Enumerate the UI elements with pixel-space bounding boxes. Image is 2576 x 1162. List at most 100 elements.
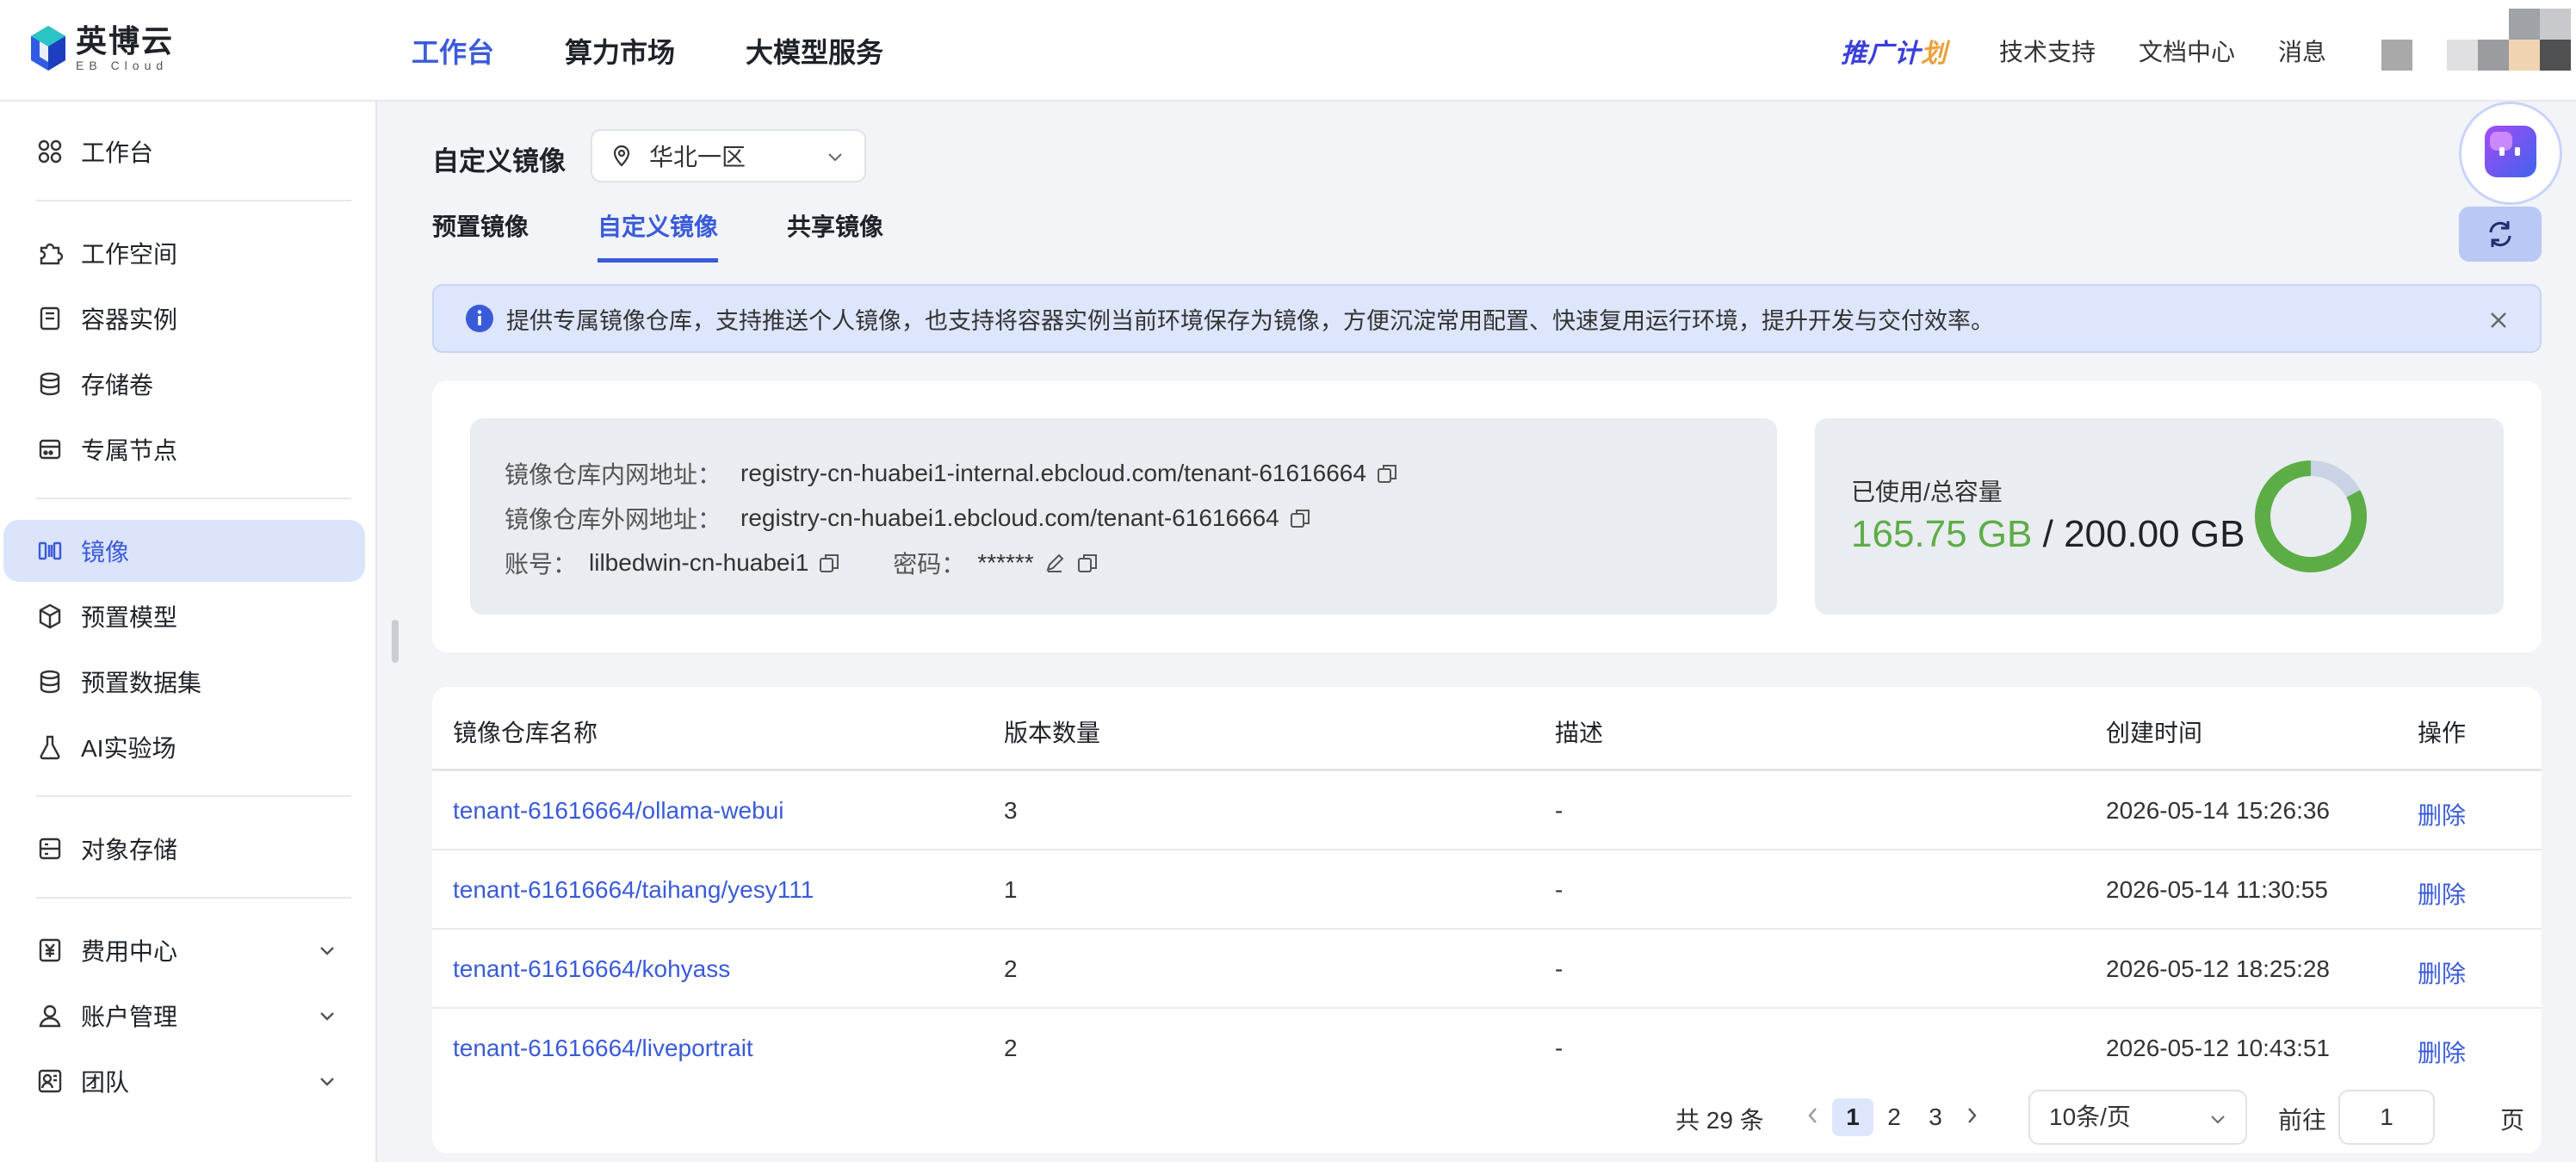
database-icon [40,372,60,396]
delete-button[interactable]: 删除 [2418,1035,2466,1069]
grid-icon [38,139,62,164]
region-select[interactable]: 华北一区 [591,129,866,182]
avatar[interactable] [2352,0,2576,102]
topnav-workbench[interactable]: 工作台 [412,31,494,71]
sidebar-item-billing[interactable]: 费用中心 [0,919,377,981]
copy-icon[interactable] [1075,551,1099,575]
brand-name: 英博云 [76,23,175,59]
repo-created-time: 2026-05-14 15:26:36 [2106,797,2330,824]
usage-separator: / [2032,513,2065,555]
repo-name-link[interactable]: tenant-61616664/liveportrait [453,1035,753,1062]
goto-page-input[interactable] [2338,1090,2435,1145]
copy-icon[interactable] [1288,506,1312,530]
chevron-right-icon [1968,1108,1977,1123]
image-tabs: 预置镜像 自定义镜像 共享镜像 [432,208,952,263]
table-row: tenant-61616664/liveportrait 2 - 2026-05… [432,1009,2542,1088]
internal-address-value: registry-cn-huabei1-internal.ebcloud.com… [740,460,1366,486]
delete-button[interactable]: 删除 [2418,955,2466,990]
dataset-icon [40,670,60,694]
repo-name-link[interactable]: tenant-61616664/taihang/yesy111 [453,876,814,904]
main-content: 自定义镜像 华北一区 预置镜像 自定义镜像 共享镜像 提供专属镜像仓库，支持推送… [379,102,2576,1162]
yuan-icon [39,938,61,962]
next-page-button[interactable] [1961,1100,1982,1137]
copy-icon[interactable] [817,551,841,575]
page-size-value: 10条/页 [2049,1103,2131,1130]
topnav-llm-service[interactable]: 大模型服务 [746,31,883,71]
sidebar-item-oss[interactable]: 对象存储 [0,818,377,880]
repo-name-link[interactable]: tenant-61616664/ollama-webui [453,797,784,825]
goto-label: 前往 [2278,1107,2327,1134]
sidebar-item-label: 预置模型 [81,604,178,631]
assistant-bot-button[interactable] [2459,102,2562,205]
page-2-button[interactable]: 2 [1873,1098,1915,1136]
tab-shared-images[interactable]: 共享镜像 [787,208,883,263]
sidebar-item-label: 工作空间 [81,241,178,268]
promo-link[interactable]: 推广计划 [1841,32,1947,70]
tab-preset-images[interactable]: 预置镜像 [432,208,529,263]
ebcloud-logo-icon [31,26,65,71]
sidebar-item-label: 费用中心 [81,938,178,965]
brand-logo[interactable]: 英博云 EB Cloud [29,24,174,72]
chevron-down-icon [320,1012,334,1021]
refresh-icon [2489,221,2511,247]
tab-custom-images[interactable]: 自定义镜像 [598,208,719,263]
image-stack-icon [38,541,62,560]
sidebar-divider [36,498,351,499]
sidebar-item-images[interactable]: 镜像 [3,520,365,582]
messages-link[interactable]: 消息 [2278,34,2326,68]
copy-icon[interactable] [1375,461,1399,485]
delete-button[interactable]: 删除 [2418,876,2466,911]
cube-icon [39,603,61,629]
sidebar-item-volumes[interactable]: 存储卷 [0,353,377,415]
sidebar-item-containers[interactable]: 容器实例 [0,287,377,349]
topnav-compute-market[interactable]: 算力市场 [565,31,675,71]
puzzle-icon [40,243,64,265]
sidebar-item-label: 对象存储 [81,837,178,863]
page-size-select[interactable]: 10条/页 [2028,1090,2247,1145]
usage-value: 165.75 GB / 200.00 GB [1851,513,2245,556]
sidebar-item-account[interactable]: 账户管理 [0,985,377,1047]
repo-created-time: 2026-05-14 11:30:55 [2106,876,2328,903]
sidebar-item-team[interactable]: 团队 [0,1050,377,1112]
page-unit-label: 页 [2500,1107,2525,1134]
repo-description: - [1555,1035,1564,1061]
close-icon[interactable] [2486,308,2511,332]
info-notice: 提供专属镜像仓库，支持推送个人镜像，也支持将容器实例当前环境保存为镜像，方便沉淀… [432,284,2542,353]
refresh-button[interactable] [2459,207,2542,262]
sidebar-item-models[interactable]: 预置模型 [0,585,377,647]
col-header-name: 镜像仓库名称 [453,720,598,746]
prev-page-button[interactable] [1803,1100,1824,1137]
delete-button[interactable]: 删除 [2418,797,2466,831]
sidebar-item-ailab[interactable]: AI实验场 [0,716,377,778]
table-header: 镜像仓库名称 版本数量 描述 创建时间 操作 [432,687,2542,771]
chevron-down-icon [828,153,842,162]
table-row: tenant-61616664/kohyass 2 - 2026-05-12 1… [432,930,2542,1009]
repo-description: - [1555,955,1564,982]
page-3-button[interactable]: 3 [1915,1098,1956,1136]
usage-donut-chart [2255,460,2367,572]
docs-link[interactable]: 文档中心 [2139,34,2235,68]
flask-icon [40,735,60,760]
region-value: 华北一区 [649,144,746,170]
support-link[interactable]: 技术支持 [1999,34,2096,68]
sidebar-item-workspace[interactable]: 工作空间 [0,222,377,284]
edit-icon[interactable] [1043,551,1067,575]
sidebar: 工作台 工作空间 容器实例 存储卷 专属节点 镜像 预置模型 预置数据集 AI实… [0,102,377,1162]
location-pin-icon [613,145,630,167]
info-icon [466,305,493,332]
sidebar-item-label: 专属节点 [81,437,178,464]
server-icon [39,439,61,460]
top-bar: 英博云 EB Cloud 工作台 算力市场 大模型服务 推广计划 技术支持 文档… [0,0,2576,102]
repo-name-link[interactable]: tenant-61616664/kohyass [453,955,730,983]
repo-versions: 3 [1004,797,1018,824]
repository-info-card: 镜像仓库内网地址： registry-cn-huabei1-internal.e… [432,380,2542,652]
sidebar-item-nodes[interactable]: 专属节点 [0,418,377,480]
sidebar-item-datasets[interactable]: 预置数据集 [0,651,377,713]
user-icon [39,1004,61,1028]
avatar-pixel [2509,40,2540,71]
chevron-down-icon [2211,1116,2225,1124]
repo-versions: 2 [1004,1035,1018,1061]
sidebar-item-workbench[interactable]: 工作台 [0,121,377,182]
page-1-button[interactable]: 1 [1832,1098,1873,1136]
sidebar-divider [36,795,351,797]
